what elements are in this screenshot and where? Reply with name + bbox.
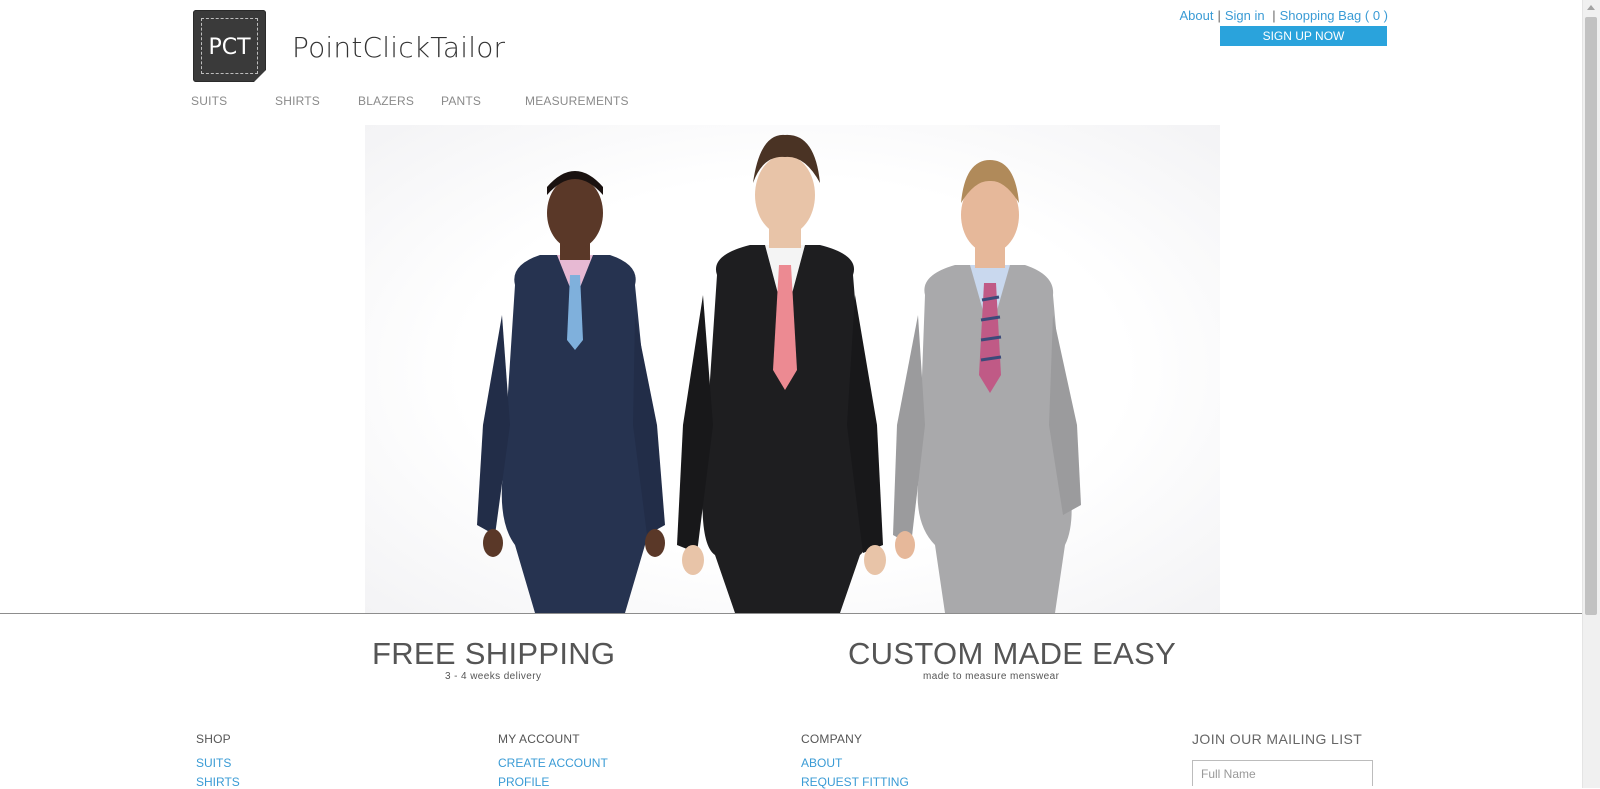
logo-corner-fold: [254, 70, 266, 82]
logo-text: PCT: [208, 35, 251, 60]
scroll-thumb[interactable]: [1585, 17, 1597, 615]
link-separator: |: [1272, 8, 1276, 23]
top-links: About | Sign in | Shopping Bag ( 0 ): [1179, 8, 1388, 23]
footer-shop-heading: SHOP: [196, 732, 231, 746]
sign-up-button[interactable]: SIGN UP NOW: [1220, 26, 1387, 46]
page-scrollbar[interactable]: [1582, 0, 1600, 788]
link-separator: |: [1217, 8, 1221, 23]
footer-link-about[interactable]: ABOUT: [801, 756, 842, 770]
free-shipping-subtitle: 3 - 4 weeks delivery: [445, 671, 542, 682]
custom-made-title: CUSTOM MADE EASY: [848, 636, 1177, 671]
nav-shirts[interactable]: SHIRTS: [275, 94, 320, 108]
model-black-suit: [677, 134, 886, 613]
footer-link-shirts[interactable]: SHIRTS: [196, 775, 240, 789]
site-logo[interactable]: PCT: [193, 10, 266, 82]
scroll-up-arrow-icon[interactable]: [1587, 5, 1595, 10]
nav-blazers[interactable]: BLAZERS: [358, 94, 414, 108]
model-navy-suit: [477, 171, 665, 613]
model-grey-suit: [893, 160, 1081, 613]
brand-name[interactable]: PointClickTailor: [292, 31, 505, 64]
about-link[interactable]: About: [1179, 8, 1213, 23]
footer-link-profile[interactable]: PROFILE: [498, 775, 549, 789]
footer-company-heading: COMPANY: [801, 732, 863, 746]
hero-banner[interactable]: [365, 125, 1220, 613]
sign-in-link[interactable]: Sign in: [1225, 8, 1265, 23]
nav-suits[interactable]: SUITS: [191, 94, 227, 108]
custom-made-subtitle: made to measure menswear: [923, 671, 1060, 682]
footer-account-heading: MY ACCOUNT: [498, 732, 580, 746]
hero-models-illustration: [477, 134, 1081, 613]
footer-link-request-fitting[interactable]: REQUEST FITTING: [801, 775, 909, 789]
nav-pants[interactable]: PANTS: [441, 94, 481, 108]
full-name-input[interactable]: [1192, 760, 1373, 786]
shopping-bag-link[interactable]: Shopping Bag ( 0 ): [1280, 8, 1388, 23]
footer-link-create-account[interactable]: CREATE ACCOUNT: [498, 756, 608, 770]
hero-divider: [0, 613, 1583, 614]
free-shipping-title: FREE SHIPPING: [372, 636, 616, 671]
footer-link-suits[interactable]: SUITS: [196, 756, 231, 770]
main-nav: SUITS SHIRTS BLAZERS PANTS MEASUREMENTS: [0, 94, 1600, 114]
mailing-list-heading: JOIN OUR MAILING LIST: [1192, 731, 1363, 747]
nav-measurements[interactable]: MEASUREMENTS: [525, 94, 629, 108]
